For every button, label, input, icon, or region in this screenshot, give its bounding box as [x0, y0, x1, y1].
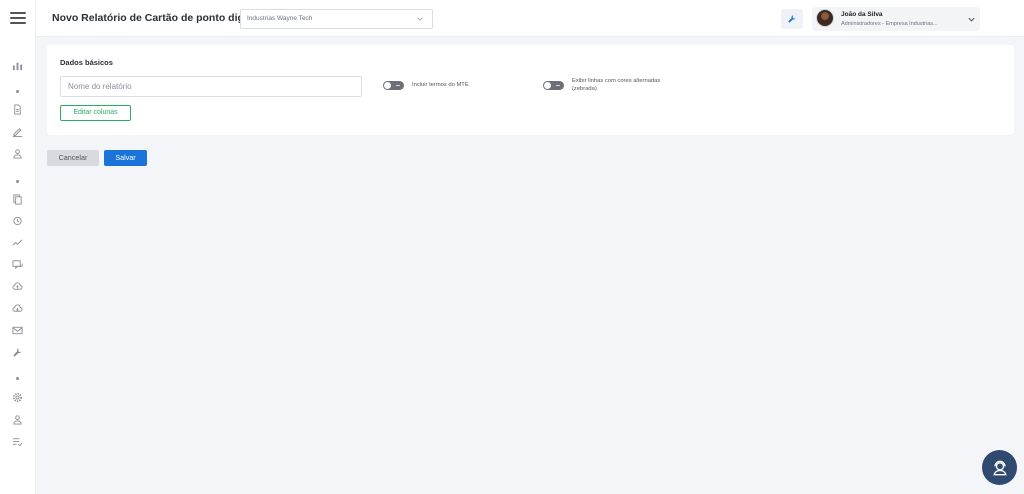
zebra-rows-label-line1: Exibir linhas com cores alternadas [572, 78, 661, 84]
chat-icon[interactable] [10, 257, 24, 271]
user-role: Administradores - Empresa Industrias... [841, 21, 938, 27]
company-select-value: Industrias Wayne Tech [247, 15, 313, 22]
wrench-icon [788, 15, 796, 23]
support-agent-icon [992, 460, 1007, 475]
trend-icon[interactable] [10, 235, 24, 249]
person-icon[interactable] [10, 412, 24, 426]
section-title: Dados básicos [60, 58, 113, 67]
zebra-rows-label: Exibir linhas com cores alternadas (zebr… [572, 77, 660, 93]
mte-terms-label: Incluir termos do MTE [412, 82, 469, 88]
company-select[interactable]: Industrias Wayne Tech [240, 9, 433, 29]
mte-terms-toggle[interactable] [383, 81, 404, 90]
zebra-rows-toggle[interactable] [543, 81, 564, 90]
zebra-rows-label-line2: (zebrada) [572, 86, 597, 92]
edit-icon[interactable] [10, 124, 24, 138]
chart-icon[interactable] [10, 58, 24, 72]
cancel-button[interactable]: Cancelar [47, 150, 99, 166]
list-check-icon[interactable] [10, 434, 24, 448]
document-icon[interactable] [10, 102, 24, 116]
separator-dot [16, 90, 19, 93]
save-button[interactable]: Salvar [104, 150, 147, 166]
edit-columns-button[interactable]: Editar colunas [60, 105, 131, 121]
user-icon[interactable] [10, 146, 24, 160]
chevron-down-icon [417, 17, 423, 21]
menu-icon[interactable] [10, 12, 26, 26]
avatar [816, 9, 834, 27]
wrench-icon[interactable] [10, 345, 24, 359]
copy-icon[interactable] [10, 192, 24, 206]
page-title: Novo Relatório de Cartão de ponto digita… [52, 12, 260, 24]
user-name: João da Silva [841, 11, 883, 18]
separator-dot [16, 180, 19, 183]
tools-button[interactable] [781, 9, 803, 29]
gear-icon[interactable] [10, 390, 24, 404]
sidebar [0, 0, 36, 494]
chevron-down-icon [968, 17, 975, 22]
cloud-download-icon[interactable] [10, 301, 24, 315]
help-button[interactable] [982, 450, 1017, 485]
user-menu[interactable]: João da Silva Administradores - Empresa … [812, 7, 980, 31]
alarm-icon[interactable] [10, 213, 24, 227]
cloud-upload-icon[interactable] [10, 279, 24, 293]
report-name-input[interactable] [60, 76, 362, 97]
separator-dot [16, 377, 19, 380]
basic-data-card: Dados básicos Incluir termos do MTE Exib… [47, 45, 1014, 135]
mail-icon[interactable] [10, 323, 24, 337]
